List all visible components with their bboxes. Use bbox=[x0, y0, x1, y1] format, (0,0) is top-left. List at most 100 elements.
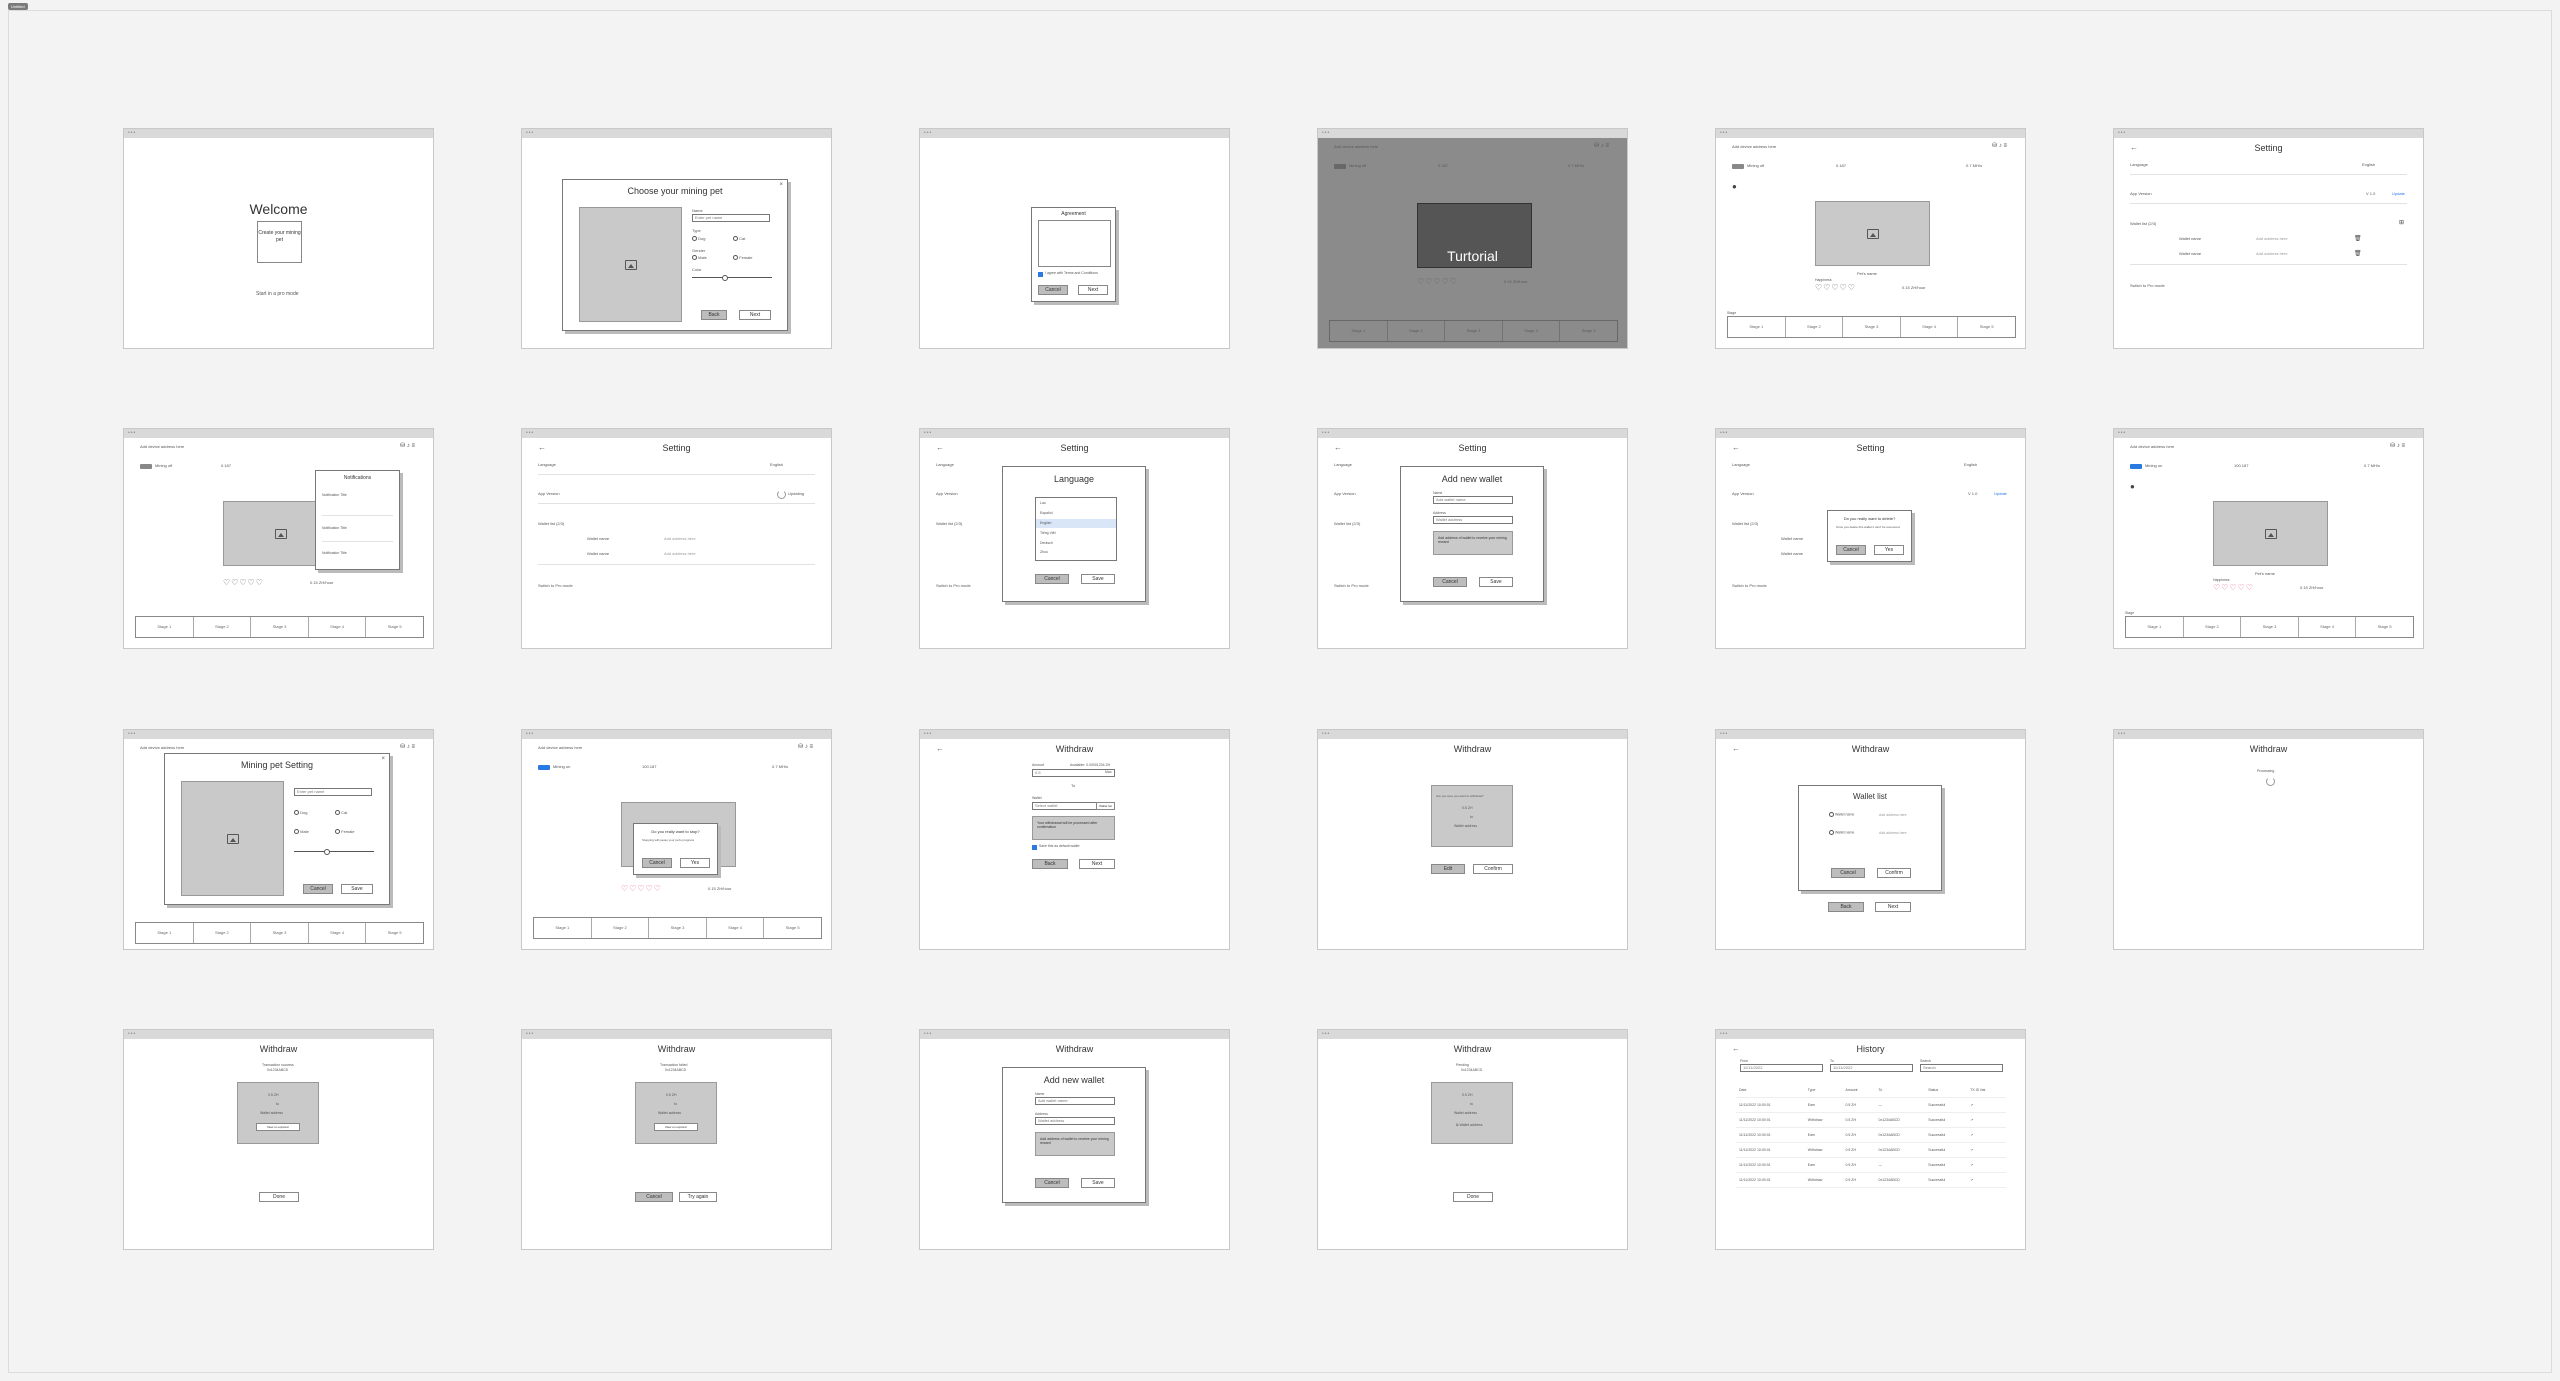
wallet-address-2[interactable]: Add address here bbox=[2256, 251, 2288, 256]
notification-item[interactable]: Notification Title bbox=[322, 493, 347, 497]
external-link-icon[interactable]: ↗ bbox=[1967, 1127, 2006, 1143]
pet-name-input[interactable]: Enter pet name bbox=[294, 788, 372, 796]
agree-checkbox[interactable] bbox=[1038, 272, 1043, 277]
update-link[interactable]: Update bbox=[2392, 191, 2405, 196]
cancel-button[interactable]: Cancel bbox=[1035, 574, 1069, 584]
switch-pro-label[interactable]: Switch to Pro mode bbox=[2130, 283, 2165, 288]
copy-address[interactable]: ⧉ Wallet address bbox=[1456, 1123, 1483, 1127]
gender-male-radio[interactable]: Male bbox=[294, 829, 309, 835]
next-button[interactable]: Next bbox=[1078, 285, 1108, 295]
filter-search-input[interactable]: Search bbox=[1920, 1064, 2003, 1072]
stage-tabs[interactable]: Stage 1 Stage 2 Stage 3 Stage 4 Stage 5 bbox=[1727, 316, 2016, 338]
gender-male-radio[interactable]: Male bbox=[692, 255, 707, 261]
language-list[interactable]: Lao Español English Tiếng Việt Deutsch Z… bbox=[1035, 497, 1117, 561]
wallet-address-input[interactable]: Wallet address bbox=[1035, 1117, 1115, 1125]
external-link-icon[interactable]: ↗ bbox=[1967, 1112, 2006, 1128]
mining-toggle[interactable] bbox=[1732, 164, 1744, 169]
external-link-icon[interactable]: ↗ bbox=[1967, 1097, 2006, 1113]
external-link-icon[interactable]: ↗ bbox=[1967, 1172, 2006, 1188]
mining-toggle[interactable] bbox=[538, 765, 550, 770]
language-option[interactable]: Español bbox=[1040, 511, 1053, 515]
external-link-icon[interactable]: ↗ bbox=[1967, 1142, 2006, 1158]
view-explorer-button[interactable]: View on explorer bbox=[256, 1123, 300, 1131]
type-cat-radio[interactable]: Cat bbox=[335, 810, 347, 816]
save-button[interactable]: Save bbox=[1081, 574, 1115, 584]
type-cat-radio[interactable]: Cat bbox=[733, 236, 745, 242]
tab-stage-1[interactable]: Stage 1 bbox=[2126, 617, 2184, 637]
language-option[interactable]: Deutsch bbox=[1040, 541, 1053, 545]
tab-stage-2[interactable]: Stage 2 bbox=[194, 923, 252, 943]
header-icons[interactable]: ⛁ ♪ ≡ bbox=[1992, 142, 2007, 149]
confirm-button[interactable]: Confirm bbox=[1877, 868, 1911, 878]
save-button[interactable]: Save bbox=[341, 884, 373, 894]
tab-stage-1[interactable]: Stage 1 bbox=[136, 617, 194, 637]
cancel-button[interactable]: Cancel bbox=[635, 1192, 673, 1202]
save-button[interactable]: Save bbox=[1479, 577, 1513, 587]
next-button[interactable]: Next bbox=[1079, 859, 1115, 869]
wallet-name-input[interactable]: Add wallet name bbox=[1035, 1097, 1115, 1105]
language-value[interactable]: English bbox=[770, 462, 783, 467]
tab-stage-4[interactable]: Stage 4 bbox=[309, 923, 367, 943]
tab-stage-5[interactable]: Stage 5 bbox=[2356, 617, 2413, 637]
save-button[interactable]: Save bbox=[1081, 1178, 1115, 1188]
cancel-button[interactable]: Cancel bbox=[1038, 285, 1068, 295]
create-pet-button[interactable]: Create your mining pet bbox=[257, 221, 302, 263]
wallet-address-input[interactable]: Wallet address bbox=[1433, 516, 1513, 524]
switch-pro-label[interactable]: Switch to Pro mode bbox=[936, 583, 971, 588]
cancel-button[interactable]: Cancel bbox=[642, 858, 672, 868]
type-dog-radio[interactable]: Dog bbox=[294, 810, 307, 816]
header-icons[interactable]: ⛁ ♪ ≡ bbox=[400, 442, 415, 449]
tab-stage-2[interactable]: Stage 2 bbox=[592, 918, 650, 938]
tab-stage-4[interactable]: Stage 4 bbox=[707, 918, 765, 938]
tab-stage-2[interactable]: Stage 2 bbox=[1786, 317, 1844, 337]
yes-button[interactable]: Yes bbox=[680, 858, 710, 868]
add-wallet-icon[interactable]: ⊞ bbox=[2399, 219, 2404, 226]
tab-stage-2[interactable]: Stage 2 bbox=[2184, 617, 2242, 637]
amount-input[interactable]: 0.5 bbox=[1032, 769, 1115, 777]
cancel-button[interactable]: Cancel bbox=[1035, 1178, 1069, 1188]
stage-tabs[interactable]: Stage 1 Stage 2 Stage 3 Stage 4 Stage 5 bbox=[533, 917, 822, 939]
cancel-button[interactable]: Cancel bbox=[303, 884, 333, 894]
language-option[interactable]: Zhou bbox=[1040, 550, 1048, 554]
language-option[interactable]: Tiếng Việt bbox=[1040, 531, 1056, 535]
pro-mode-link[interactable]: Start in a pro mode bbox=[256, 291, 299, 297]
tab-stage-1[interactable]: Stage 1 bbox=[136, 923, 194, 943]
external-link-icon[interactable]: ↗ bbox=[1967, 1157, 2006, 1173]
pet-food-icon[interactable]: ● bbox=[2130, 482, 2135, 491]
language-value[interactable]: English bbox=[2362, 162, 2375, 167]
language-option-selected[interactable]: English bbox=[1040, 521, 1051, 525]
tab-stage-3[interactable]: Stage 3 bbox=[251, 923, 309, 943]
view-explorer-button[interactable]: View on explorer bbox=[654, 1123, 698, 1131]
tab-stage-5[interactable]: Stage 5 bbox=[366, 617, 423, 637]
wallet-option-1[interactable]: Wallet name bbox=[1829, 812, 1854, 817]
wallet-address-1[interactable]: Add address here bbox=[664, 536, 696, 541]
switch-pro-label[interactable]: Switch to Pro mode bbox=[1732, 583, 1767, 588]
language-value[interactable]: English bbox=[1964, 462, 1977, 467]
filter-from-input[interactable]: 11/11/2022 bbox=[1740, 1064, 1823, 1072]
wallet-address-2[interactable]: Add address here bbox=[664, 551, 696, 556]
wallet-option-2[interactable]: Wallet name bbox=[1829, 830, 1854, 835]
filter-to-input[interactable]: 11/11/2022 bbox=[1830, 1064, 1913, 1072]
max-button[interactable]: Max bbox=[1105, 770, 1112, 774]
notification-item[interactable]: Notification Title bbox=[322, 551, 347, 555]
header-icons[interactable]: ⛁ ♪ ≡ bbox=[400, 743, 415, 750]
back-button[interactable]: Back bbox=[1828, 902, 1864, 912]
header-icons[interactable]: ⛁ ♪ ≡ bbox=[2390, 442, 2405, 449]
color-slider[interactable] bbox=[692, 277, 772, 278]
wallet-name-input[interactable]: Add wallet name bbox=[1433, 496, 1513, 504]
gender-female-radio[interactable]: Female bbox=[335, 829, 354, 835]
mining-toggle[interactable] bbox=[2130, 464, 2142, 469]
update-link[interactable]: Update bbox=[1994, 491, 2007, 496]
delete-icon[interactable]: 🗑 bbox=[2354, 235, 2362, 242]
tab-stage-3[interactable]: Stage 3 bbox=[2241, 617, 2299, 637]
yes-button[interactable]: Yes bbox=[1874, 545, 1904, 555]
pet-name-input[interactable]: Enter pet name bbox=[692, 214, 770, 222]
agreement-text-box[interactable] bbox=[1038, 220, 1111, 267]
cancel-button[interactable]: Cancel bbox=[1836, 545, 1866, 555]
stage-tabs[interactable]: Stage 1 Stage 2 Stage 3 Stage 4 Stage 5 bbox=[135, 922, 424, 944]
tab-stage-4[interactable]: Stage 4 bbox=[1901, 317, 1959, 337]
tab-stage-2[interactable]: Stage 2 bbox=[194, 617, 252, 637]
tab-stage-5[interactable]: Stage 5 bbox=[366, 923, 423, 943]
next-button[interactable]: Next bbox=[739, 310, 771, 320]
cancel-button[interactable]: Cancel bbox=[1433, 577, 1467, 587]
